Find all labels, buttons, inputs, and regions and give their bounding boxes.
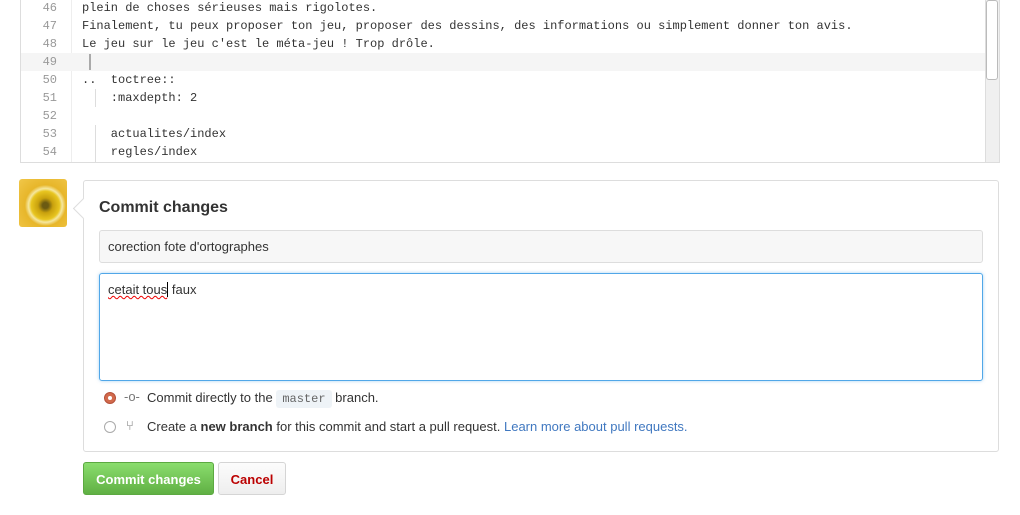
code-line[interactable]: 49 (21, 53, 986, 71)
line-text: defis/index (82, 161, 190, 162)
user-avatar[interactable] (19, 179, 67, 227)
commit-form: Commit changes corection fote d'ortograp… (83, 180, 999, 452)
indent-guide (95, 125, 96, 143)
indent-guide (95, 89, 96, 107)
line-text: Le jeu sur le jeu c'est le méta-jeu ! Tr… (82, 37, 435, 51)
scrollbar-thumb[interactable] (986, 0, 998, 80)
branch-name: master (276, 390, 332, 408)
line-number: 47 (42, 19, 57, 33)
text-cursor (89, 54, 91, 70)
code-line[interactable]: 53 actualites/index (21, 125, 986, 143)
code-line[interactable]: 52 (21, 107, 986, 125)
learn-more-link[interactable]: Learn more about pull requests. (504, 419, 688, 434)
line-number: 51 (42, 91, 57, 105)
description-rest: faux (167, 282, 197, 297)
editor-scrollbar[interactable] (985, 0, 999, 162)
line-number: 55 (21, 161, 57, 162)
line-text: plein de choses sérieuses mais rigolotes… (82, 1, 378, 15)
commit-title: Commit changes (99, 199, 228, 216)
code-line[interactable]: 47 Finalement, tu peux proposer ton jeu, … (21, 17, 986, 35)
commit-summary-input[interactable]: corection fote d'ortographes (99, 230, 983, 263)
commit-changes-button[interactable]: Commit changes (83, 462, 214, 495)
line-number: 53 (42, 127, 57, 141)
code-line[interactable]: 48 Le jeu sur le jeu c'est le méta-jeu ! … (21, 35, 986, 53)
code-line[interactable]: 51 :maxdepth: 2 (21, 89, 986, 107)
pull-request-icon: ⑂ (126, 418, 134, 433)
commit-direct-label[interactable]: Commit directly to the master branch. (147, 390, 379, 408)
commit-description-input[interactable]: cetait tous faux (99, 273, 983, 381)
new-branch-radio[interactable] (104, 421, 116, 433)
code-editor[interactable]: 46 plein de choses sérieuses mais rigolot… (20, 0, 1000, 163)
commit-direct-radio[interactable] (104, 392, 116, 404)
line-text: regles/index (82, 145, 198, 159)
code-line[interactable]: 54 regles/index (21, 143, 986, 161)
line-number: 54 (42, 145, 57, 159)
new-branch-label[interactable]: Create a new branch for this commit and … (147, 419, 688, 434)
line-text: :maxdepth: 2 (82, 91, 198, 105)
line-text: Finalement, tu peux proposer ton jeu, pr… (82, 19, 853, 33)
code-line[interactable]: 55 defis/index (21, 161, 986, 162)
indent-guide (95, 143, 96, 161)
git-commit-icon: -o- (124, 389, 140, 404)
indent-guide (95, 161, 96, 162)
line-number: 50 (42, 73, 57, 87)
cancel-button[interactable]: Cancel (218, 462, 286, 495)
line-text: actualites/index (82, 127, 227, 141)
code-line[interactable]: 46 plein de choses sérieuses mais rigolot… (21, 0, 986, 17)
line-number: 52 (42, 109, 57, 123)
misspelled-text: cetait tous (108, 282, 168, 297)
code-line[interactable]: 50 .. toctree:: (21, 71, 986, 89)
line-number: 49 (42, 55, 57, 69)
line-number: 46 (42, 1, 57, 15)
line-text: .. toctree:: (82, 73, 176, 87)
line-number: 48 (42, 37, 57, 51)
